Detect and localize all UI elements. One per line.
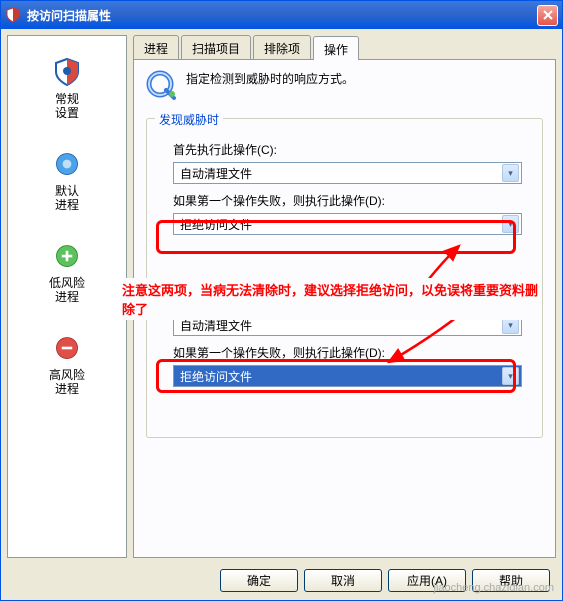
circle-red-minus-icon: [51, 332, 83, 364]
sidebar-item-label: 常规 设置: [55, 92, 79, 120]
sidebar-item-default[interactable]: 默认 进程: [51, 148, 83, 212]
sidebar-item-highrisk[interactable]: 高风险 进程: [49, 332, 85, 396]
app-shield-icon: [5, 7, 21, 23]
tab-bar: 进程 扫描项目 排除项 操作: [133, 35, 556, 59]
content-area: 常规 设置 默认 进程 低风险 进程 高风险 进程: [1, 29, 562, 564]
shield-icon: [51, 56, 83, 88]
window-title: 按访问扫描属性: [27, 7, 111, 24]
annotation-text: 注意这两项，当病无法清除时，建议选择拒绝访问，以免误将重要资料删除了: [122, 278, 542, 320]
main-panel: 进程 扫描项目 排除项 操作 指定检测到威胁时的响应方式。 发现威胁时 首先执行…: [133, 35, 556, 558]
sidebar-item-label: 低风险 进程: [49, 276, 85, 304]
first-action-combo[interactable]: 自动清理文件 ▾: [173, 162, 522, 184]
tab-actions[interactable]: 操作: [313, 36, 359, 60]
chevron-down-icon: ▾: [502, 215, 519, 233]
fallback-action-label-2: 如果第一个操作失败，则执行此操作(D):: [173, 344, 530, 361]
titlebar: 按访问扫描属性: [1, 1, 562, 29]
tab-scan-items[interactable]: 扫描项目: [181, 35, 251, 59]
chevron-down-icon: ▾: [502, 367, 519, 385]
close-button[interactable]: [537, 5, 558, 26]
tab-process[interactable]: 进程: [133, 35, 179, 59]
sidebar-item-label: 高风险 进程: [49, 368, 85, 396]
tab-exclusions[interactable]: 排除项: [253, 35, 311, 59]
fallback-action-combo-2[interactable]: 拒绝访问文件 ▾: [173, 365, 522, 387]
gear-icon: [146, 70, 178, 102]
dialog-window: 按访问扫描属性 常规 设置 默认 进程 低风险: [0, 0, 563, 601]
sidebar-item-lowrisk[interactable]: 低风险 进程: [49, 240, 85, 304]
combo-value: 拒绝访问文件: [180, 368, 252, 385]
first-action-label: 首先执行此操作(C):: [173, 141, 530, 158]
sidebar-item-general[interactable]: 常规 设置: [51, 56, 83, 120]
watermark-text: jiaocheng.chazidian.com: [434, 582, 554, 594]
actions-panel: 指定检测到威胁时的响应方式。 发现威胁时 首先执行此操作(C): 自动清理文件 …: [133, 59, 556, 558]
fallback-action-label: 如果第一个操作失败，则执行此操作(D):: [173, 192, 530, 209]
combo-value: 自动清理文件: [180, 165, 252, 182]
combo-value: 拒绝访问文件: [180, 216, 252, 233]
sidebar: 常规 设置 默认 进程 低风险 进程 高风险 进程: [7, 35, 127, 558]
fallback-action-combo[interactable]: 拒绝访问文件 ▾: [173, 213, 522, 235]
ok-button[interactable]: 确定: [220, 569, 298, 592]
sidebar-item-label: 默认 进程: [55, 184, 79, 212]
cancel-button[interactable]: 取消: [304, 569, 382, 592]
panel-description: 指定检测到威胁时的响应方式。: [186, 70, 354, 87]
circle-blue-icon: [51, 148, 83, 180]
circle-green-plus-icon: [51, 240, 83, 272]
chevron-down-icon: ▾: [502, 164, 519, 182]
group-legend: 发现威胁时: [155, 111, 223, 128]
